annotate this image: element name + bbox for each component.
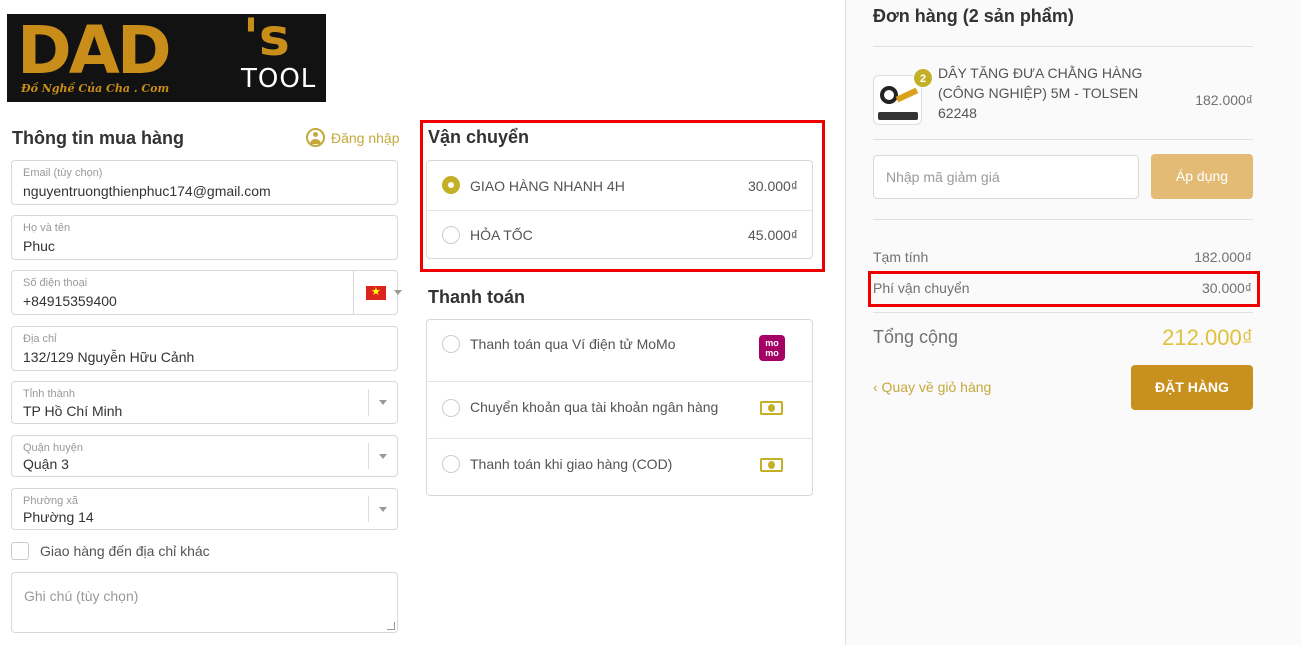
other-address-label: Giao hàng đến địa chỉ khác xyxy=(40,543,210,559)
apply-coupon-button[interactable]: Áp dụng xyxy=(1151,154,1253,199)
momo-icon: mo mo xyxy=(759,335,785,361)
other-address-checkbox[interactable] xyxy=(11,542,29,560)
subtotal-value: 182.000₫ xyxy=(1194,249,1252,265)
payment-radio[interactable] xyxy=(442,399,460,417)
shipping-radio-selected[interactable] xyxy=(442,176,460,194)
payment-options: Thanh toán qua Ví điện tử MoMo mo mo Chu… xyxy=(426,319,813,496)
address-field[interactable]: Địa chỉ 132/129 Nguyễn Hữu Cảnh xyxy=(11,326,398,371)
shipping-option-label: HỎA TỐC xyxy=(470,227,533,243)
district-select[interactable]: Quận huyện Quận 3 xyxy=(11,435,398,477)
shipping-fee-value: 30.000₫ xyxy=(1201,280,1252,296)
shipping-options: GIAO HÀNG NHANH 4H 30.000₫ HỎA TỐC 45.00… xyxy=(426,160,813,259)
logo-text-apostrophe: 's xyxy=(243,14,290,68)
product-price: 182.000₫ xyxy=(1195,92,1253,108)
product-name: DÂY TĂNG ĐƯA CHẰNG HÀNG (CÔNG NGHIỆP) 5M… xyxy=(938,65,1143,121)
select-divider xyxy=(368,496,369,522)
email-field[interactable]: Email (tùy chọn) nguyentruongthienphuc17… xyxy=(11,160,398,205)
shipping-option-price: 45.000₫ xyxy=(747,227,798,243)
payment-option[interactable]: Thanh toán qua Ví điện tử MoMo mo mo xyxy=(427,320,812,381)
select-divider xyxy=(368,389,369,416)
note-placeholder: Ghi chú (tùy chọn) xyxy=(24,588,139,604)
province-value: TP Hồ Chí Minh xyxy=(23,403,123,419)
login-label: Đăng nhập xyxy=(331,129,400,146)
logo-text-main: DAD xyxy=(17,14,172,89)
email-label: Email (tùy chọn) xyxy=(23,167,103,179)
shipping-option[interactable]: GIAO HÀNG NHANH 4H 30.000₫ xyxy=(427,161,812,210)
payment-option-label: Thanh toán khi giao hàng (COD) xyxy=(470,456,673,472)
shipping-option[interactable]: HỎA TỐC 45.000₫ xyxy=(427,210,812,259)
note-textarea[interactable]: Ghi chú (tùy chọn) xyxy=(11,572,398,633)
payment-option[interactable]: Chuyển khoản qua tài khoản ngân hàng xyxy=(427,381,812,438)
province-select[interactable]: Tỉnh thành TP Hồ Chí Minh xyxy=(11,381,398,424)
district-label: Quận huyện xyxy=(23,442,83,454)
divider xyxy=(873,139,1253,140)
address-value: 132/129 Nguyễn Hữu Cảnh xyxy=(23,349,195,365)
divider xyxy=(873,219,1253,220)
province-label: Tỉnh thành xyxy=(23,388,75,400)
money-icon xyxy=(760,458,783,472)
payment-radio[interactable] xyxy=(442,455,460,473)
other-address-option[interactable]: Giao hàng đến địa chỉ khác xyxy=(11,542,210,560)
product-image-base xyxy=(878,112,918,120)
chevron-down-icon xyxy=(379,400,387,405)
payment-option-label: Chuyển khoản qua tài khoản ngân hàng xyxy=(470,399,719,415)
logo-subtitle: Đồ Nghề Của Cha . Com xyxy=(21,82,170,95)
name-label: Họ và tên xyxy=(23,222,71,234)
order-title: Đơn hàng (2 sản phẩm) xyxy=(873,6,1074,26)
payment-option[interactable]: Thanh toán khi giao hàng (COD) xyxy=(427,438,812,496)
money-icon xyxy=(760,401,783,415)
district-value: Quận 3 xyxy=(23,456,69,472)
phone-field[interactable]: Số điện thoại +84915359400 xyxy=(11,270,402,315)
buyer-info-title: Thông tin mua hàng xyxy=(12,128,184,148)
shipping-radio[interactable] xyxy=(442,226,460,244)
coupon-input[interactable]: Nhập mã giảm giá xyxy=(873,155,1139,199)
store-logo[interactable]: DAD 's TOOL Đồ Nghề Của Cha . Com xyxy=(7,14,326,102)
chevron-down-icon xyxy=(394,290,402,295)
payment-option-label: Thanh toán qua Ví điện tử MoMo xyxy=(470,336,676,352)
country-code-select[interactable] xyxy=(353,271,409,314)
address-label: Địa chỉ xyxy=(23,333,57,345)
phone-label: Số điện thoại xyxy=(23,277,88,289)
total-value: 212.000₫ xyxy=(1162,325,1253,350)
vietnam-flag-icon xyxy=(366,285,386,300)
shipping-fee-label: Phí vận chuyển xyxy=(873,280,970,296)
login-link[interactable]: Đăng nhập xyxy=(306,128,400,147)
place-order-button[interactable]: ĐẶT HÀNG xyxy=(1131,365,1253,410)
back-to-cart-link[interactable]: ‹ Quay về giỏ hàng xyxy=(873,379,991,395)
shipping-option-label: GIAO HÀNG NHANH 4H xyxy=(470,178,625,194)
name-field[interactable]: Họ và tên Phuc xyxy=(11,215,398,260)
total-label: Tổng cộng xyxy=(873,327,959,347)
logo-text-tool: TOOL xyxy=(241,64,317,94)
subtotal-label: Tạm tính xyxy=(873,249,929,265)
product-image-strap xyxy=(895,87,919,103)
name-value: Phuc xyxy=(23,238,55,254)
payment-radio[interactable] xyxy=(442,335,460,353)
user-icon xyxy=(306,128,325,147)
divider xyxy=(873,46,1253,47)
chevron-down-icon xyxy=(379,507,387,512)
product-image-roll xyxy=(880,86,898,104)
select-divider xyxy=(368,443,369,469)
email-value: nguyentruongthienphuc174@gmail.com xyxy=(23,183,271,199)
resize-grip-icon[interactable] xyxy=(387,622,395,630)
shipping-option-price: 30.000₫ xyxy=(747,178,798,194)
coupon-placeholder: Nhập mã giảm giá xyxy=(886,169,1000,185)
ward-value: Phường 14 xyxy=(23,509,94,525)
chevron-down-icon xyxy=(379,454,387,459)
phone-value: +84915359400 xyxy=(23,293,117,309)
payment-title: Thanh toán xyxy=(428,287,525,307)
ward-select[interactable]: Phường xã Phường 14 xyxy=(11,488,398,530)
divider xyxy=(873,312,1253,313)
shipping-title: Vận chuyển xyxy=(428,127,530,147)
quantity-badge: 2 xyxy=(913,68,933,88)
ward-label: Phường xã xyxy=(23,495,78,507)
